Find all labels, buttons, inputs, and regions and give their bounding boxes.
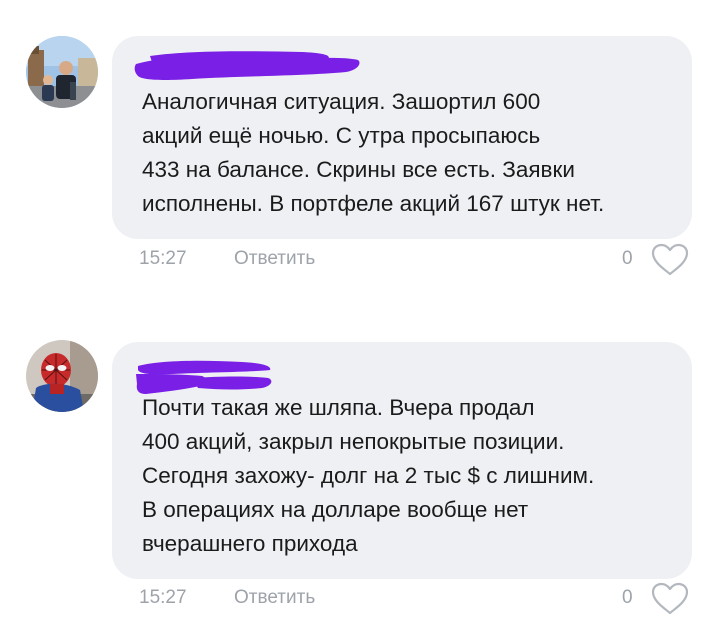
comment-time: 15:27 bbox=[139, 248, 187, 269]
avatar[interactable] bbox=[26, 36, 98, 108]
like-count: 0 bbox=[622, 248, 633, 269]
like-count: 0 bbox=[622, 587, 633, 608]
reply-button[interactable]: Ответить bbox=[234, 248, 315, 270]
avatar[interactable] bbox=[26, 340, 98, 412]
heart-outline-icon[interactable] bbox=[650, 581, 690, 617]
comment-text: Почти такая же шляпа. Вчера продал 400 а… bbox=[142, 395, 595, 556]
comment-meta: 15:27 Ответить 0 bbox=[0, 581, 704, 621]
heart-outline-icon[interactable] bbox=[650, 242, 690, 278]
author-name-redacted bbox=[136, 360, 272, 394]
comment-meta: 15:27 Ответить 0 bbox=[0, 242, 704, 282]
comment-text: Аналогичная ситуация. Зашортил 600 акций… bbox=[142, 89, 605, 216]
comment-bubble: Почти такая же шляпа. Вчера продал 400 а… bbox=[112, 342, 692, 579]
comment-bubble: Аналогичная ситуация. Зашортил 600 акций… bbox=[112, 36, 692, 239]
author-name-redacted bbox=[134, 51, 360, 80]
comment-time: 15:27 bbox=[139, 587, 187, 608]
reply-button[interactable]: Ответить bbox=[234, 587, 315, 609]
